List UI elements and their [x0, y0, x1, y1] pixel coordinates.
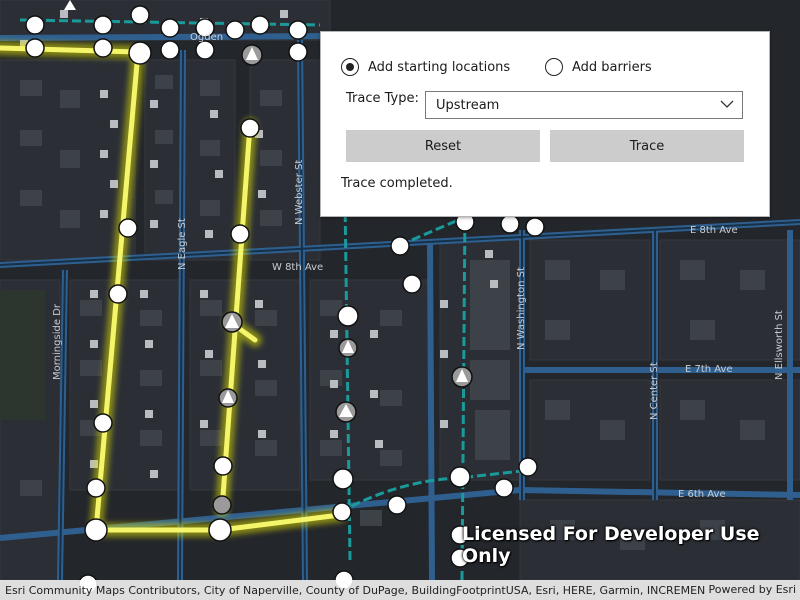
radio-add-barriers-label: Add barriers: [572, 59, 652, 75]
trace-type-dropdown[interactable]: Upstream: [425, 91, 743, 119]
radio-add-starting-locations[interactable]: Add starting locations: [341, 58, 510, 76]
trace-type-value: Upstream: [436, 97, 500, 113]
reset-button[interactable]: Reset: [346, 130, 540, 162]
radio-add-starting-locations-label: Add starting locations: [368, 59, 511, 75]
radio-unselected-icon[interactable]: [545, 58, 563, 76]
radio-add-barriers[interactable]: Add barriers: [545, 58, 652, 76]
chevron-down-icon: [720, 100, 734, 108]
status-text: Trace completed.: [341, 176, 453, 191]
attribution-bar: Esri Community Maps Contributors, City o…: [0, 580, 800, 600]
street-label-n-ellsworth-st: N Ellsworth St: [774, 310, 785, 380]
street-label-e-7th-ave: E 7th Ave: [685, 364, 733, 375]
powered-by-esri[interactable]: Powered by Esri: [708, 583, 796, 596]
park-area: [0, 290, 45, 420]
street-label-e-6th-ave: E 6th Ave: [678, 489, 726, 500]
street-label-w-8th-ave: W 8th Ave: [272, 262, 323, 273]
street-label-n-washington-st: N Washington St: [516, 267, 527, 350]
developer-license-watermark: Licensed For Developer Use Only: [462, 523, 760, 567]
street-label-n-eagle-st: N Eagle St: [177, 218, 188, 270]
attribution-text[interactable]: Esri Community Maps Contributors, City o…: [0, 584, 705, 597]
trace-type-label: Trace Type:: [346, 91, 419, 106]
radio-selected-icon[interactable]: [341, 58, 359, 76]
trace-options-panel: Add starting locations Add barriers Trac…: [320, 31, 770, 217]
trace-button[interactable]: Trace: [550, 130, 744, 162]
street-label-morningside-dr: Morningside Dr: [52, 303, 63, 380]
street-label-n-center-st: N Center St: [649, 362, 660, 420]
street-label-e-8th-ave: E 8th Ave: [690, 225, 738, 236]
street-label-ogden: Ogden: [190, 32, 223, 43]
street-label-n-webster-st: N Webster St: [294, 160, 305, 225]
